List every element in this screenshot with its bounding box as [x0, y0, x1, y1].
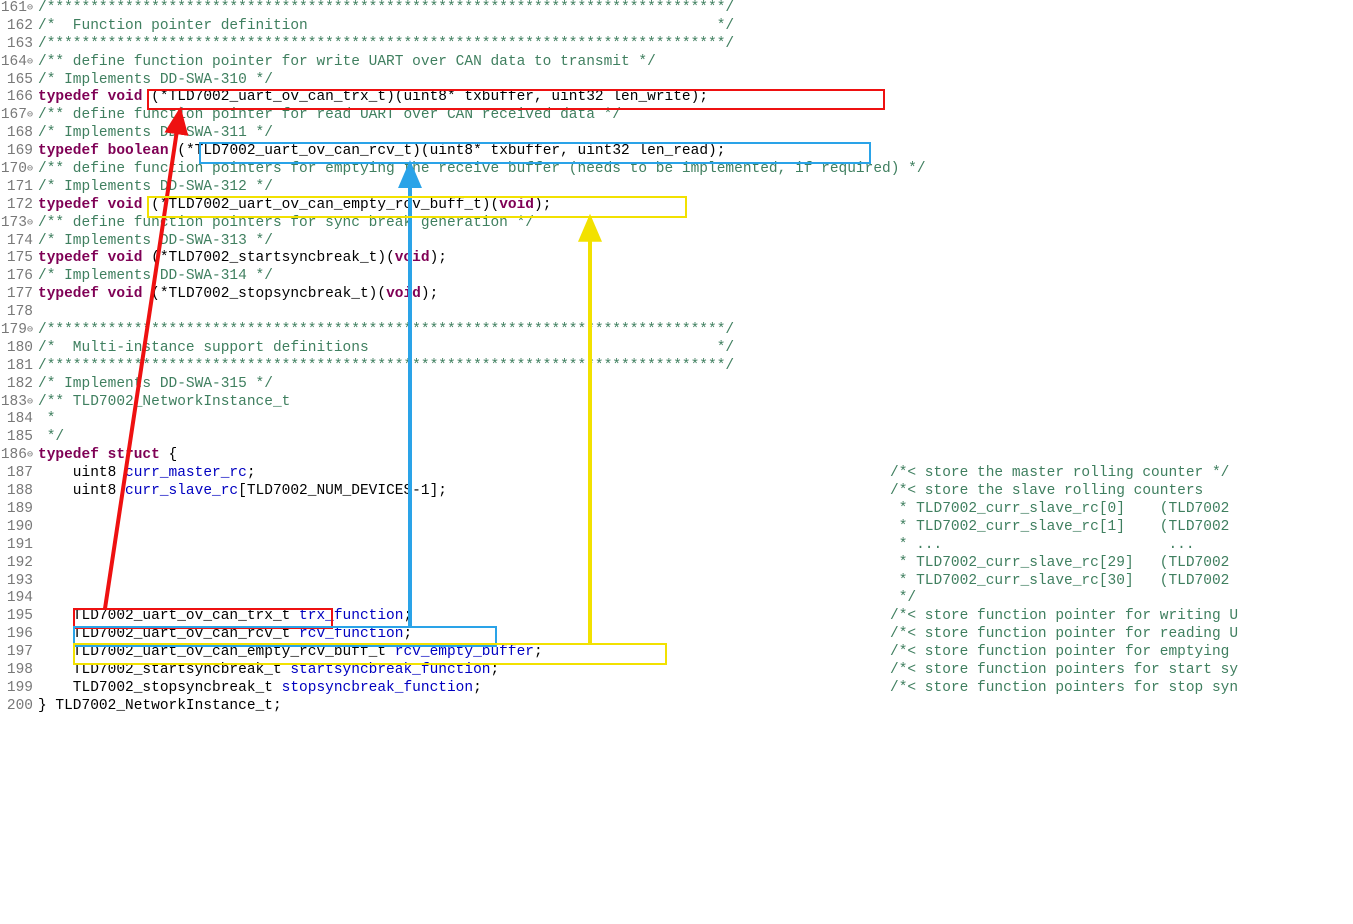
code-line[interactable]: * TLD7002_curr_slave_rc[1] (TLD7002: [38, 519, 926, 537]
line-number: 169: [0, 143, 33, 161]
code-line[interactable]: /* Implements DD-SWA-313 */: [38, 233, 926, 251]
code-line[interactable]: *: [38, 411, 926, 429]
line-number: 174: [0, 233, 33, 251]
line-number: 163: [0, 36, 33, 54]
code-line[interactable]: /** define function pointer for write UA…: [38, 54, 926, 72]
code-line[interactable]: TLD7002_stopsyncbreak_t stopsyncbreak_fu…: [38, 680, 926, 698]
trailing-comment: /*< store function pointers for stop syn: [890, 680, 1238, 698]
line-number: 194: [0, 590, 33, 608]
trailing-comment: /*< store the master rolling counter */: [890, 465, 1229, 483]
line-number-gutter: 161⊖162163164⊖165166167⊖168169170⊖171172…: [0, 0, 33, 716]
trailing-comment: * ... ...: [890, 537, 1195, 555]
code-line[interactable]: /* Implements DD-SWA-314 */: [38, 268, 926, 286]
trailing-comment: /*< store function pointer for reading U: [890, 626, 1238, 644]
code-line[interactable]: * TLD7002_curr_slave_rc[30] (TLD7002: [38, 573, 926, 591]
line-number: 165: [0, 72, 33, 90]
line-number: 171: [0, 179, 33, 197]
code-line[interactable]: uint8 curr_slave_rc[TLD7002_NUM_DEVICES-…: [38, 483, 926, 501]
code-line[interactable]: typedef boolean (*TLD7002_uart_ov_can_rc…: [38, 143, 926, 161]
line-number: 167⊖: [0, 107, 33, 125]
line-number: 175: [0, 250, 33, 268]
line-number: 178: [0, 304, 33, 322]
code-line[interactable]: * ... ...: [38, 537, 926, 555]
line-number: 199: [0, 680, 33, 698]
code-line[interactable]: typedef void (*TLD7002_startsyncbreak_t)…: [38, 250, 926, 268]
line-number: 192: [0, 555, 33, 573]
line-number: 193: [0, 573, 33, 591]
line-number: 179⊖: [0, 322, 33, 340]
code-line[interactable]: typedef void (*TLD7002_uart_ov_can_trx_t…: [38, 89, 926, 107]
line-number: 189: [0, 501, 33, 519]
code-line[interactable]: /* Implements DD-SWA-311 */: [38, 125, 926, 143]
line-number: 180: [0, 340, 33, 358]
code-line[interactable]: */: [38, 590, 926, 608]
code-line[interactable]: TLD7002_uart_ov_can_empty_rcv_buff_t rcv…: [38, 644, 926, 662]
code-line[interactable]: [38, 304, 926, 322]
trailing-comment: /*< store function pointer for writing U: [890, 608, 1238, 626]
line-number: 182: [0, 376, 33, 394]
line-number: 168: [0, 125, 33, 143]
line-number: 187: [0, 465, 33, 483]
code-line[interactable]: /***************************************…: [38, 358, 926, 376]
code-editor[interactable]: 161⊖162163164⊖165166167⊖168169170⊖171172…: [0, 0, 1353, 924]
code-line[interactable]: /* Implements DD-SWA-310 */: [38, 72, 926, 90]
trailing-comment: * TLD7002_curr_slave_rc[30] (TLD7002: [890, 573, 1229, 591]
trailing-comment: /*< store the slave rolling counters: [890, 483, 1203, 501]
line-number: 164⊖: [0, 54, 33, 72]
line-number: 188: [0, 483, 33, 501]
line-number: 196: [0, 626, 33, 644]
line-number: 198: [0, 662, 33, 680]
code-line[interactable]: } TLD7002_NetworkInstance_t;: [38, 698, 926, 716]
code-line[interactable]: /** define function pointers for sync br…: [38, 215, 926, 233]
line-number: 166: [0, 89, 33, 107]
line-number: 183⊖: [0, 394, 33, 412]
trailing-comment: * TLD7002_curr_slave_rc[0] (TLD7002: [890, 501, 1229, 519]
line-number: 195: [0, 608, 33, 626]
trailing-comment: * TLD7002_curr_slave_rc[29] (TLD7002: [890, 555, 1229, 573]
line-number: 170⊖: [0, 161, 33, 179]
line-number: 177: [0, 286, 33, 304]
line-number: 161⊖: [0, 0, 33, 18]
code-line[interactable]: /** define function pointers for emptyin…: [38, 161, 926, 179]
code-line[interactable]: typedef void (*TLD7002_stopsyncbreak_t)(…: [38, 286, 926, 304]
code-line[interactable]: TLD7002_uart_ov_can_rcv_t rcv_function;/…: [38, 626, 926, 644]
line-number: 186⊖: [0, 447, 33, 465]
code-line[interactable]: /** define function pointer for read UAR…: [38, 107, 926, 125]
line-number: 172: [0, 197, 33, 215]
code-line[interactable]: * TLD7002_curr_slave_rc[29] (TLD7002: [38, 555, 926, 573]
line-number: 173⊖: [0, 215, 33, 233]
code-line[interactable]: /* Implements DD-SWA-312 */: [38, 179, 926, 197]
code-line[interactable]: /* Function pointer definition */: [38, 18, 926, 36]
trailing-comment: * TLD7002_curr_slave_rc[1] (TLD7002: [890, 519, 1229, 537]
code-line[interactable]: typedef void (*TLD7002_uart_ov_can_empty…: [38, 197, 926, 215]
code-line[interactable]: TLD7002_uart_ov_can_trx_t trx_function;/…: [38, 608, 926, 626]
code-line[interactable]: /***************************************…: [38, 322, 926, 340]
code-line[interactable]: /***************************************…: [38, 0, 926, 18]
line-number: 176: [0, 268, 33, 286]
line-number: 200: [0, 698, 33, 716]
code-line[interactable]: * TLD7002_curr_slave_rc[0] (TLD7002: [38, 501, 926, 519]
line-number: 197: [0, 644, 33, 662]
line-number: 185: [0, 429, 33, 447]
code-line[interactable]: /***************************************…: [38, 36, 926, 54]
trailing-comment: /*< store function pointer for emptying: [890, 644, 1238, 662]
code-line[interactable]: /** TLD7002_NetworkInstance_t: [38, 394, 926, 412]
line-number: 190: [0, 519, 33, 537]
line-number: 191: [0, 537, 33, 555]
code-line[interactable]: TLD7002_startsyncbreak_t startsyncbreak_…: [38, 662, 926, 680]
code-area[interactable]: /***************************************…: [38, 0, 926, 716]
code-line[interactable]: */: [38, 429, 926, 447]
line-number: 162: [0, 18, 33, 36]
code-line[interactable]: /* Implements DD-SWA-315 */: [38, 376, 926, 394]
code-line[interactable]: uint8 curr_master_rc;/*< store the maste…: [38, 465, 926, 483]
line-number: 181: [0, 358, 33, 376]
code-line[interactable]: /* Multi-instance support definitions */: [38, 340, 926, 358]
trailing-comment: /*< store function pointers for start sy: [890, 662, 1238, 680]
code-line[interactable]: typedef struct {: [38, 447, 926, 465]
trailing-comment: */: [890, 590, 916, 608]
line-number: 184: [0, 411, 33, 429]
